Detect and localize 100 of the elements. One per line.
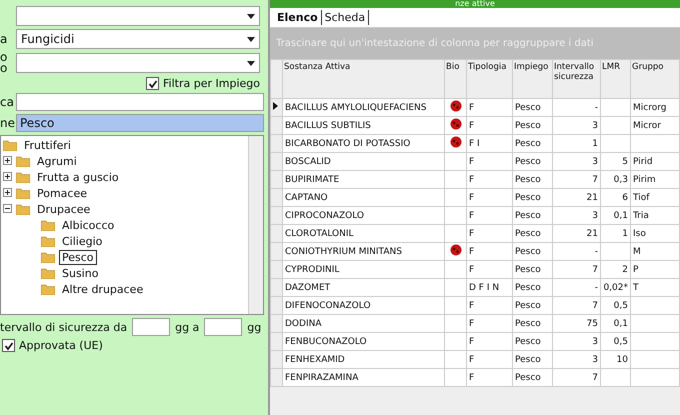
tree-item[interactable]: Ciliegio <box>59 234 106 248</box>
table-cell: 7 <box>552 368 600 386</box>
table-cell <box>600 116 630 134</box>
table-cell: 7 <box>552 296 600 314</box>
table-cell: Pesco <box>512 350 552 368</box>
table-cell <box>630 350 680 368</box>
table-cell: Pesco <box>512 260 552 278</box>
table-cell: Pesco <box>512 278 552 296</box>
tree-item[interactable]: Pomacee <box>34 186 90 200</box>
table-cell: M <box>630 242 680 260</box>
table-cell: 5 <box>600 152 630 170</box>
tree-item[interactable]: Susino <box>59 266 102 280</box>
folder-icon <box>16 188 30 198</box>
folder-icon <box>41 252 55 262</box>
row-indicator[interactable] <box>270 98 282 116</box>
table-cell <box>600 134 630 152</box>
table-cell: - <box>552 98 600 116</box>
table-cell: F <box>466 224 512 242</box>
table-cell: BACILLUS SUBTILIS <box>282 116 444 134</box>
table-cell: 0,5 <box>600 296 630 314</box>
table-cell: 0,1 <box>600 314 630 332</box>
table-cell: F <box>466 350 512 368</box>
table-cell: Pesco <box>512 314 552 332</box>
table-cell: T <box>630 278 680 296</box>
table-cell: Pesco <box>512 368 552 386</box>
table-cell: D F I N <box>466 278 512 296</box>
field-label: a <box>0 34 8 44</box>
table-cell: 0,1 <box>600 206 630 224</box>
table-cell: CLOROTALONIL <box>282 224 444 242</box>
table-cell: Pirid <box>630 152 680 170</box>
tab[interactable]: Elenco <box>274 10 322 25</box>
tree-item[interactable]: Agrumi <box>34 154 80 168</box>
table-cell: CAPTANO <box>282 188 444 206</box>
expander-icon[interactable] <box>3 186 12 200</box>
table-cell: BICARBONATO DI POTASSIO <box>282 134 444 152</box>
tree-item[interactable]: Drupacee <box>34 202 94 216</box>
selected-crop-field[interactable]: Pesco <box>16 114 264 132</box>
table-cell: - <box>552 242 600 260</box>
table-cell <box>630 368 680 386</box>
dropdown-field[interactable] <box>16 6 260 26</box>
table-cell: 75 <box>552 314 600 332</box>
field-label: gg <box>247 320 262 334</box>
column-header[interactable]: Gruppo <box>630 60 680 98</box>
checkbox-label: Approvata (UE) <box>19 339 103 352</box>
table-cell: DIFENOCONAZOLO <box>282 296 444 314</box>
table-cell: 3 <box>552 206 600 224</box>
column-header[interactable]: Intervallo sicurezza <box>552 60 600 98</box>
column-header[interactable]: LMR <box>600 60 630 98</box>
table-cell: BACILLUS AMYLOLIQUEFACIENS <box>282 98 444 116</box>
tab[interactable]: Scheda <box>322 10 370 25</box>
search-field[interactable] <box>16 93 264 111</box>
checkbox[interactable] <box>2 339 15 352</box>
table-cell: 10 <box>600 350 630 368</box>
checkbox[interactable] <box>146 77 160 90</box>
table-cell: 2 <box>600 260 630 278</box>
ladybug-icon <box>450 100 462 112</box>
expander-icon[interactable] <box>3 154 12 168</box>
table-cell: CYPRODINIL <box>282 260 444 278</box>
column-header[interactable]: Impiego <box>512 60 552 98</box>
tree-item[interactable]: Fruttiferi <box>21 138 74 152</box>
folder-icon <box>3 140 17 150</box>
column-header[interactable]: Tipologia <box>466 60 512 98</box>
column-header[interactable]: Sostanza Attiva <box>282 60 444 98</box>
table-cell: 21 <box>552 188 600 206</box>
table-cell: F <box>466 170 512 188</box>
table-cell: Tria <box>630 206 680 224</box>
table-cell: 3 <box>552 350 600 368</box>
input-field[interactable] <box>204 318 242 336</box>
table-cell: Pesco <box>512 242 552 260</box>
table-cell: 7 <box>552 170 600 188</box>
table-cell: DODINA <box>282 314 444 332</box>
table-cell: 6 <box>600 188 630 206</box>
table-cell: F <box>466 116 512 134</box>
table-cell: F <box>466 296 512 314</box>
table-cell: F <box>466 152 512 170</box>
table-cell: BUPIRIMATE <box>282 170 444 188</box>
dropdown-field[interactable]: Fungicidi <box>16 29 260 49</box>
table-cell: F <box>466 332 512 350</box>
tree-item[interactable]: Pesco <box>59 250 97 264</box>
table-cell: 21 <box>552 224 600 242</box>
dropdown-field[interactable] <box>16 53 260 73</box>
table-cell: BOSCALID <box>282 152 444 170</box>
table-cell: Pesco <box>512 332 552 350</box>
table-cell: Pesco <box>512 98 552 116</box>
table-cell: P <box>630 260 680 278</box>
expander-icon[interactable] <box>3 202 12 216</box>
column-header[interactable]: Bio <box>444 60 466 98</box>
expander-icon[interactable] <box>3 170 12 184</box>
tree-item[interactable]: Albicocco <box>59 218 118 232</box>
folder-icon <box>16 204 30 214</box>
tree-item[interactable]: Altre drupacee <box>59 282 146 296</box>
folder-icon <box>41 268 55 278</box>
field-label: ne <box>0 118 14 128</box>
scrollbar[interactable] <box>248 136 263 314</box>
table-cell: Pesco <box>512 224 552 242</box>
input-field[interactable] <box>132 318 170 336</box>
table-cell: 3 <box>552 116 600 134</box>
tree-item[interactable]: Frutta a guscio <box>34 170 122 184</box>
table-cell: DAZOMET <box>282 278 444 296</box>
table-cell: Iso <box>630 224 680 242</box>
